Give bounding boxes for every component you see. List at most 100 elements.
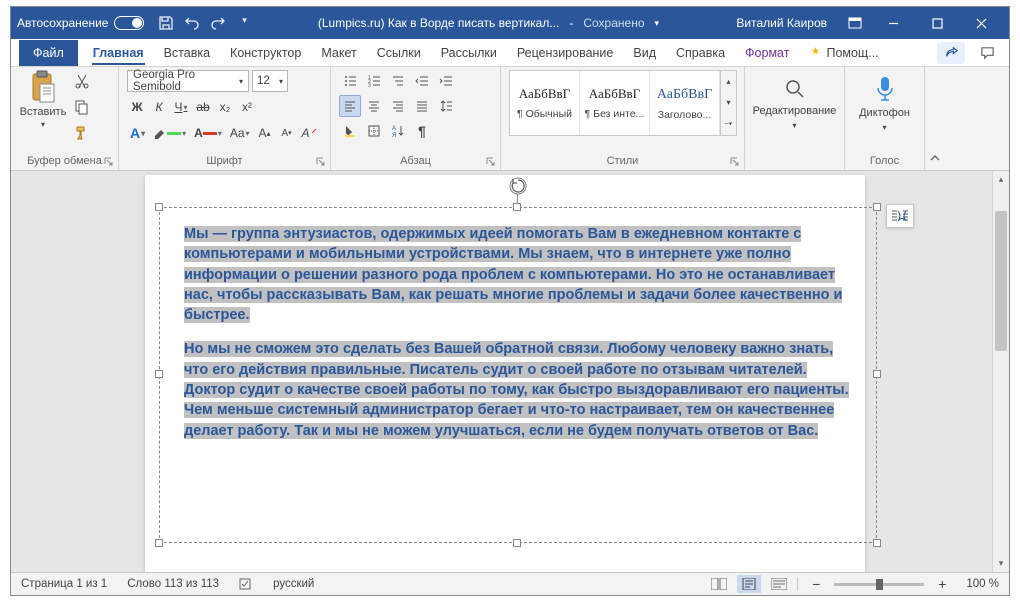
collapse-ribbon-icon[interactable]: [925, 67, 945, 170]
tab-mailings[interactable]: Рассылки: [432, 42, 506, 64]
number-list-button[interactable]: 123: [363, 70, 385, 92]
align-left-button[interactable]: [339, 95, 361, 117]
tab-design[interactable]: Конструктор: [221, 42, 310, 64]
change-case-button[interactable]: Aa▾: [227, 122, 253, 144]
subscript-button[interactable]: x₂: [215, 96, 235, 118]
view-read-icon[interactable]: [707, 575, 731, 593]
tab-home[interactable]: Главная: [84, 42, 153, 64]
align-center-button[interactable]: [363, 95, 385, 117]
app-window: Автосохранение ▾ (Lumpics.ru) Как в Ворд…: [10, 6, 1010, 596]
maximize-button[interactable]: [915, 7, 959, 39]
paste-button[interactable]: Вставить ▾: [19, 70, 67, 129]
font-size-combo[interactable]: 12▾: [252, 70, 288, 92]
resize-handle[interactable]: [873, 370, 881, 378]
status-page[interactable]: Страница 1 из 1: [21, 578, 107, 590]
highlight-button[interactable]: ▾: [150, 122, 189, 144]
grow-font-button[interactable]: A▴: [255, 122, 275, 144]
undo-icon[interactable]: [184, 15, 200, 31]
resize-handle[interactable]: [873, 539, 881, 547]
bullet-list-button[interactable]: [339, 70, 361, 92]
tab-layout[interactable]: Макет: [312, 42, 365, 64]
tab-review[interactable]: Рецензирование: [508, 42, 623, 64]
autosave-toggle[interactable]: [114, 16, 144, 30]
increase-indent-button[interactable]: [435, 70, 457, 92]
style-normal[interactable]: АаБбВвГ¶ Обычный: [510, 71, 580, 135]
group-paragraph: 123 AЯ ¶ Абз: [331, 67, 501, 170]
comments-button[interactable]: [973, 42, 1001, 64]
tab-file[interactable]: Файл: [19, 40, 78, 66]
status-spellcheck-icon[interactable]: [239, 577, 253, 591]
shading-button[interactable]: [339, 120, 361, 142]
tab-help[interactable]: Справка: [667, 42, 734, 64]
title-dropdown-icon[interactable]: ▾: [655, 18, 660, 29]
styles-row-up-icon[interactable]: ▴: [721, 71, 736, 92]
text-effects-button[interactable]: A▾: [127, 122, 148, 144]
italic-button[interactable]: К: [149, 96, 169, 118]
font-launcher-icon[interactable]: [316, 157, 326, 167]
font-color-button[interactable]: A▾: [191, 122, 225, 144]
strikethrough-button[interactable]: ab: [193, 96, 213, 118]
dictate-button[interactable]: Диктофон ▾: [853, 70, 916, 136]
resize-handle[interactable]: [155, 539, 163, 547]
resize-handle[interactable]: [155, 203, 163, 211]
close-button[interactable]: [959, 7, 1003, 39]
shrink-font-button[interactable]: A▾: [277, 122, 297, 144]
layout-options-icon[interactable]: [886, 204, 914, 228]
tab-references[interactable]: Ссылки: [368, 42, 430, 64]
view-print-icon[interactable]: [737, 575, 761, 593]
decrease-indent-button[interactable]: [411, 70, 433, 92]
line-spacing-button[interactable]: [435, 95, 457, 117]
underline-button[interactable]: Ч▾: [171, 96, 191, 118]
clear-formatting-button[interactable]: A: [299, 122, 321, 144]
format-painter-button[interactable]: [71, 122, 93, 144]
align-justify-button[interactable]: [411, 95, 433, 117]
qat-dropdown-icon[interactable]: ▾: [236, 15, 252, 31]
save-icon[interactable]: [158, 15, 174, 31]
ribbon-display-options-icon[interactable]: [839, 7, 871, 39]
bold-button[interactable]: Ж: [127, 96, 147, 118]
borders-button[interactable]: [363, 120, 385, 142]
status-words[interactable]: Слово 113 из 113: [127, 578, 219, 590]
multilevel-list-button[interactable]: [387, 70, 409, 92]
superscript-button[interactable]: x²: [237, 96, 257, 118]
show-marks-button[interactable]: ¶: [411, 120, 433, 142]
status-language[interactable]: русский: [273, 578, 314, 590]
clipboard-launcher-icon[interactable]: [104, 157, 114, 167]
cut-button[interactable]: [71, 70, 93, 92]
styles-row-down-icon[interactable]: ▾: [721, 92, 736, 113]
share-button[interactable]: [937, 42, 965, 64]
resize-handle[interactable]: [155, 370, 163, 378]
resize-handle[interactable]: [513, 539, 521, 547]
editing-button[interactable]: Редактирование ▾: [755, 70, 835, 136]
tell-me-search[interactable]: Помощ...: [800, 42, 887, 64]
zoom-out-button[interactable]: −: [804, 575, 828, 593]
font-name-combo[interactable]: Georgia Pro Semibold▾: [127, 70, 249, 92]
zoom-slider[interactable]: [834, 583, 924, 586]
resize-handle[interactable]: [513, 203, 521, 211]
scroll-down-icon[interactable]: ▾: [993, 555, 1009, 572]
paragraph-launcher-icon[interactable]: [486, 157, 496, 167]
style-heading1[interactable]: АаБбВвГЗаголово...: [650, 71, 720, 135]
redo-icon[interactable]: [210, 15, 226, 31]
view-web-icon[interactable]: [767, 575, 791, 593]
minimize-button[interactable]: [871, 7, 915, 39]
vertical-scrollbar[interactable]: ▴ ▾: [992, 171, 1009, 572]
sort-button[interactable]: AЯ: [387, 120, 409, 142]
scroll-thumb[interactable]: [995, 211, 1007, 351]
tab-insert[interactable]: Вставка: [155, 42, 219, 64]
zoom-level[interactable]: 100 %: [966, 578, 999, 590]
zoom-in-button[interactable]: +: [930, 575, 954, 593]
text-box-selected[interactable]: Мы — группа энтузиастов, одержимых идеей…: [159, 207, 877, 543]
styles-launcher-icon[interactable]: [730, 157, 740, 167]
copy-button[interactable]: [71, 96, 93, 118]
style-nospacing[interactable]: АаБбВвГ¶ Без инте...: [580, 71, 650, 135]
window-controls: [871, 7, 1003, 39]
resize-handle[interactable]: [873, 203, 881, 211]
styles-expand-icon[interactable]: ⎯▾: [721, 114, 736, 135]
scroll-up-icon[interactable]: ▴: [993, 171, 1009, 188]
rotate-handle-icon[interactable]: [508, 176, 528, 196]
tab-format[interactable]: Формат: [736, 42, 798, 64]
tab-view[interactable]: Вид: [624, 42, 665, 64]
align-right-button[interactable]: [387, 95, 409, 117]
text-content[interactable]: Мы — группа энтузиастов, одержимых идеей…: [160, 208, 876, 471]
